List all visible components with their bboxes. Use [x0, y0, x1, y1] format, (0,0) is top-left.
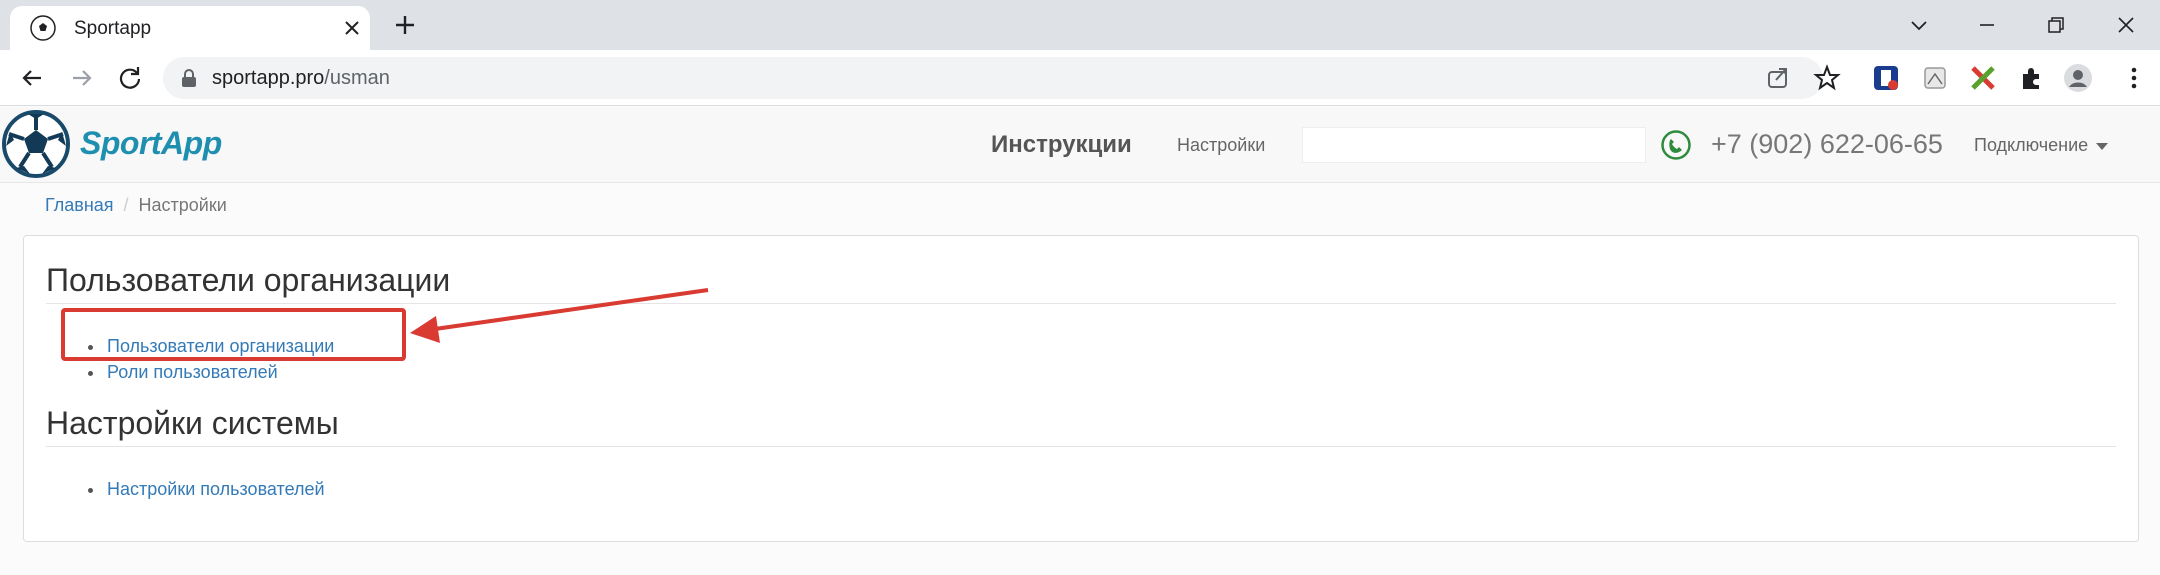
sportapp-logo-icon[interactable]	[2, 110, 70, 178]
soccer-ball-favicon-icon	[30, 15, 56, 41]
connect-dropdown[interactable]: Подключение	[1974, 135, 2109, 156]
section-title-system-settings: Настройки системы	[46, 405, 339, 441]
address-bar[interactable]	[163, 57, 1823, 99]
user-settings-link[interactable]: Настройки пользователей	[107, 479, 325, 500]
breadcrumb: Главная / Настройки	[45, 195, 227, 216]
connect-label: Подключение	[1974, 135, 2089, 155]
bullet	[88, 371, 93, 376]
tab-title: Sportapp	[74, 18, 152, 39]
close-tab-icon[interactable]	[340, 16, 364, 40]
breadcrumb-home-link[interactable]: Главная	[45, 195, 114, 215]
breadcrumb-current: Настройки	[138, 195, 227, 215]
share-icon[interactable]	[1763, 63, 1793, 93]
url-host: sportapp.pro	[212, 67, 325, 89]
minimize-icon[interactable]	[1970, 8, 2004, 42]
phone-icon	[1661, 130, 1691, 160]
nav-instructions-link[interactable]: Инструкции	[991, 131, 1132, 159]
nav-settings-link[interactable]: Настройки	[1177, 135, 1265, 156]
back-icon[interactable]	[16, 62, 48, 94]
section-title-org-users: Пользователи организации	[46, 262, 451, 298]
tab-search-chevron-icon[interactable]	[1902, 8, 1936, 42]
lock-icon[interactable]	[180, 68, 198, 88]
url-path: /usman	[324, 67, 390, 89]
bookmark-star-icon[interactable]	[1812, 63, 1842, 93]
logo-text[interactable]: SportApp	[80, 125, 222, 162]
section-divider	[46, 446, 2116, 447]
header-search-input[interactable]	[1302, 127, 1646, 163]
browser-menu-icon[interactable]	[2118, 62, 2150, 94]
browser-tab[interactable]: Sportapp	[10, 6, 370, 50]
section-divider	[46, 303, 2116, 304]
profile-avatar-icon[interactable]	[2062, 62, 2094, 94]
forward-icon[interactable]	[66, 62, 98, 94]
extension-tools-icon[interactable]	[1967, 62, 1999, 94]
new-tab-icon[interactable]	[390, 10, 420, 40]
reload-icon[interactable]	[114, 62, 146, 94]
restore-icon[interactable]	[2039, 8, 2073, 42]
breadcrumb-separator: /	[123, 195, 129, 215]
extension-shield-icon[interactable]	[1870, 62, 1902, 94]
user-roles-link[interactable]: Роли пользователей	[107, 362, 278, 383]
extension-screenshot-icon[interactable]	[1919, 62, 1951, 94]
annotation-arrow-icon	[410, 288, 709, 343]
url-text[interactable]: sportapp.pro/usman	[212, 67, 390, 90]
extensions-puzzle-icon[interactable]	[2015, 62, 2047, 94]
phone-number: +7 (902) 622-06-65	[1711, 129, 1943, 159]
annotation-highlight-box	[61, 308, 406, 361]
close-window-icon[interactable]	[2109, 8, 2143, 42]
caret-down-icon	[2096, 142, 2109, 150]
bullet	[88, 488, 93, 493]
